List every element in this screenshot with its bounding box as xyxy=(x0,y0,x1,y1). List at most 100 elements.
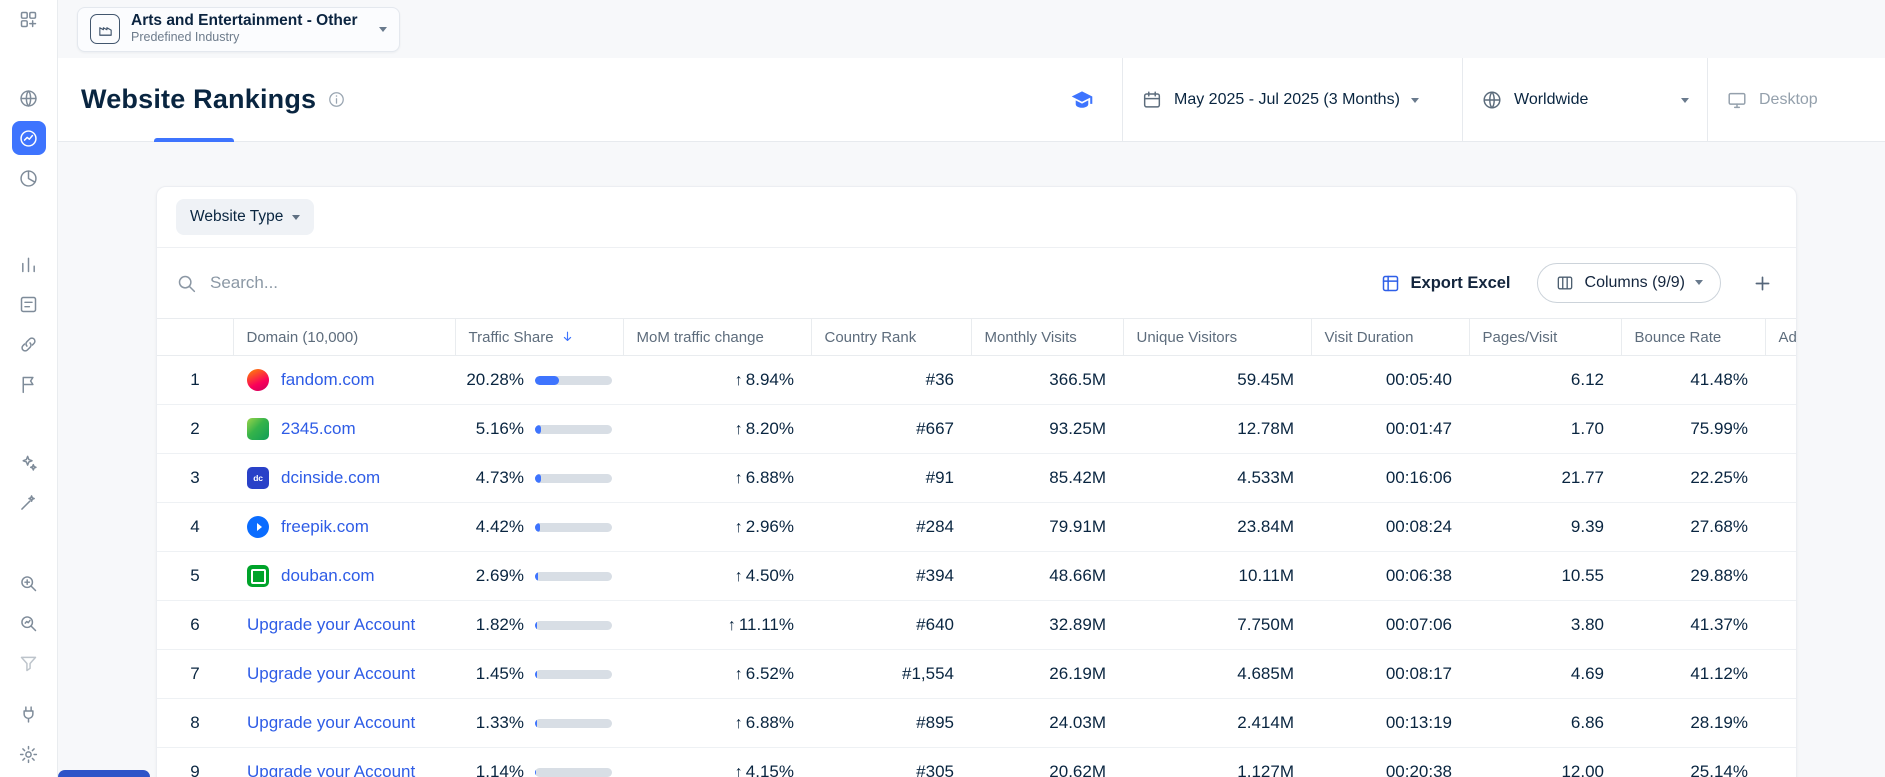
excel-grid-icon xyxy=(1380,273,1401,294)
device-selector: Desktop xyxy=(1707,58,1885,141)
domain-link[interactable]: freepik.com xyxy=(281,517,369,537)
monthly-visits-cell: 48.66M xyxy=(971,552,1123,601)
sidebar-item-benchmarking[interactable] xyxy=(12,247,46,281)
sidebar-group-research xyxy=(12,247,46,401)
mom-change-cell: ↑4.15% xyxy=(623,748,811,777)
upgrade-account-link[interactable]: Upgrade your Account xyxy=(247,762,415,777)
website-type-filter[interactable]: Website Type xyxy=(176,199,314,235)
search-input[interactable] xyxy=(210,273,1366,293)
sidebar-item-affiliates[interactable] xyxy=(12,327,46,361)
sidebar-item-keyword-research[interactable] xyxy=(12,566,46,600)
mom-change-cell: ↑2.96% xyxy=(623,503,811,552)
visit-duration-column-header[interactable]: Visit Duration xyxy=(1311,319,1469,356)
sidebar-item-settings[interactable] xyxy=(12,737,46,771)
traffic-share-bar xyxy=(535,621,612,630)
sidebar-item-saved-reports[interactable] xyxy=(12,367,46,401)
up-arrow-icon: ↑ xyxy=(735,372,743,389)
sidebar-item-market-overview[interactable] xyxy=(12,161,46,195)
sidebar-group-web xyxy=(12,81,46,195)
fandom-favicon-icon xyxy=(247,369,269,391)
upgrade-account-link[interactable]: Upgrade your Account xyxy=(247,664,415,684)
rank-cell: 5 xyxy=(157,552,233,601)
domain-wrap: 2345.com xyxy=(233,418,455,440)
table-header-row: Domain (10,000) Traffic Share MoM traffi… xyxy=(157,319,1796,356)
sidebar-item-smart-insights[interactable] xyxy=(12,485,46,519)
sidebar-item-rankings[interactable] xyxy=(12,287,46,321)
monthly-visits-cell: 85.42M xyxy=(971,454,1123,503)
traffic-share-cell: 20.28% xyxy=(455,356,623,405)
country-rank-column-header[interactable]: Country Rank xyxy=(811,319,971,356)
bounce-rate-cell: 75.99% xyxy=(1621,405,1765,454)
bounce-rate-cell: 41.48% xyxy=(1621,356,1765,405)
pages-per-visit-column-header[interactable]: Pages/Visit xyxy=(1469,319,1621,356)
table-row[interactable]: 4freepik.com4.42%↑2.96%#28479.91M23.84M0… xyxy=(157,503,1796,552)
traffic-share-bar xyxy=(535,425,612,434)
domain-wrap: Upgrade your Account xyxy=(233,615,455,635)
top-bar: Arts and Entertainment - Other Predefine… xyxy=(58,0,1885,58)
domain-link[interactable]: fandom.com xyxy=(281,370,375,390)
traffic-share-bar-fill xyxy=(535,425,541,434)
table-row[interactable]: 6Upgrade your Account1.82%↑11.11%#64032.… xyxy=(157,601,1796,650)
upgrade-account-link[interactable]: Upgrade your Account xyxy=(247,615,415,635)
sort-descending-icon[interactable] xyxy=(560,329,575,344)
table-row[interactable]: 1fandom.com20.28%↑8.94%#36366.5M59.45M00… xyxy=(157,356,1796,405)
card-filters-row: Website Type xyxy=(157,187,1796,248)
info-icon[interactable] xyxy=(327,90,346,109)
dcinside-favicon-icon: dc xyxy=(247,467,269,489)
table-row[interactable]: 22345.com5.16%↑8.20%#66793.25M12.78M00:0… xyxy=(157,405,1796,454)
plug-icon xyxy=(18,704,39,725)
bounce-rate-cell: 41.12% xyxy=(1621,650,1765,699)
domain-link[interactable]: dcinside.com xyxy=(281,468,380,488)
visit-duration-cell: 00:08:24 xyxy=(1311,503,1469,552)
sidebar-item-research-intelligence[interactable] xyxy=(12,606,46,640)
monthly-visits-column-header[interactable]: Monthly Visits xyxy=(971,319,1123,356)
table-row[interactable]: 3dcdcinside.com4.73%↑6.88%#9185.42M4.533… xyxy=(157,454,1796,503)
country-rank-cell: #1,554 xyxy=(811,650,971,699)
industry-selector[interactable]: Arts and Entertainment - Other Predefine… xyxy=(77,7,400,52)
mom-change-cell: ↑8.20% xyxy=(623,405,811,454)
search-plus-icon xyxy=(18,573,39,594)
rank-cell: 8 xyxy=(157,699,233,748)
bar-chart-icon xyxy=(18,254,39,275)
sidebar-item-website-analysis-active[interactable] xyxy=(12,121,46,155)
active-tab-indicator xyxy=(154,138,234,142)
add-column-button[interactable] xyxy=(1747,268,1777,298)
domain-link[interactable]: douban.com xyxy=(281,566,375,586)
sidebar-item-integrations[interactable] xyxy=(12,697,46,731)
traffic-share-header-label: Traffic Share xyxy=(469,329,554,346)
card-toolbar: Export Excel Columns (9/9) xyxy=(157,248,1796,318)
sidebar-item-ai-assistant[interactable] xyxy=(12,445,46,479)
search-icon xyxy=(176,273,197,294)
date-range-selector[interactable]: May 2025 - Jul 2025 (3 Months) xyxy=(1122,58,1462,141)
mom-change-column-header[interactable]: MoM traffic change xyxy=(623,319,811,356)
columns-icon xyxy=(1555,273,1575,293)
table-row[interactable]: 5douban.com2.69%↑4.50%#39448.66M10.11M00… xyxy=(157,552,1796,601)
industry-labels: Arts and Entertainment - Other Predefine… xyxy=(131,12,358,46)
table-row[interactable]: 9Upgrade your Account1.14%↑4.15%#30520.6… xyxy=(157,748,1796,777)
domain-link[interactable]: 2345.com xyxy=(281,419,356,439)
pages-per-visit-cell: 6.86 xyxy=(1469,699,1621,748)
country-rank-cell: #895 xyxy=(811,699,971,748)
bounce-rate-column-header[interactable]: Bounce Rate xyxy=(1621,319,1765,356)
export-excel-button[interactable]: Export Excel xyxy=(1380,273,1511,294)
region-selector[interactable]: Worldwide xyxy=(1462,58,1707,141)
mom-change-cell: ↑11.11% xyxy=(623,601,811,650)
domain-column-header[interactable]: Domain (10,000) xyxy=(233,319,455,356)
traffic-share-column-header[interactable]: Traffic Share xyxy=(455,319,623,356)
sidebar-item-website-overview[interactable] xyxy=(12,81,46,115)
traffic-share-value: 20.28% xyxy=(462,370,524,390)
app-switcher-icon[interactable] xyxy=(12,2,46,36)
rank-cell: 6 xyxy=(157,601,233,650)
ad-column-header[interactable]: Ad xyxy=(1765,319,1796,356)
domain-wrap: Upgrade your Account xyxy=(233,762,455,777)
upgrade-account-link[interactable]: Upgrade your Account xyxy=(247,713,415,733)
table-row[interactable]: 8Upgrade your Account1.33%↑6.88%#89524.0… xyxy=(157,699,1796,748)
domain-wrap: douban.com xyxy=(233,565,455,587)
academy-icon[interactable] xyxy=(1069,58,1122,141)
bounce-rate-cell: 28.19% xyxy=(1621,699,1765,748)
columns-selector[interactable]: Columns (9/9) xyxy=(1537,263,1721,303)
unique-visitors-column-header[interactable]: Unique Visitors xyxy=(1123,319,1311,356)
sidebar-item-segments[interactable] xyxy=(12,646,46,680)
table-row[interactable]: 7Upgrade your Account1.45%↑6.52%#1,55426… xyxy=(157,650,1796,699)
chevron-down-icon xyxy=(1681,98,1689,107)
